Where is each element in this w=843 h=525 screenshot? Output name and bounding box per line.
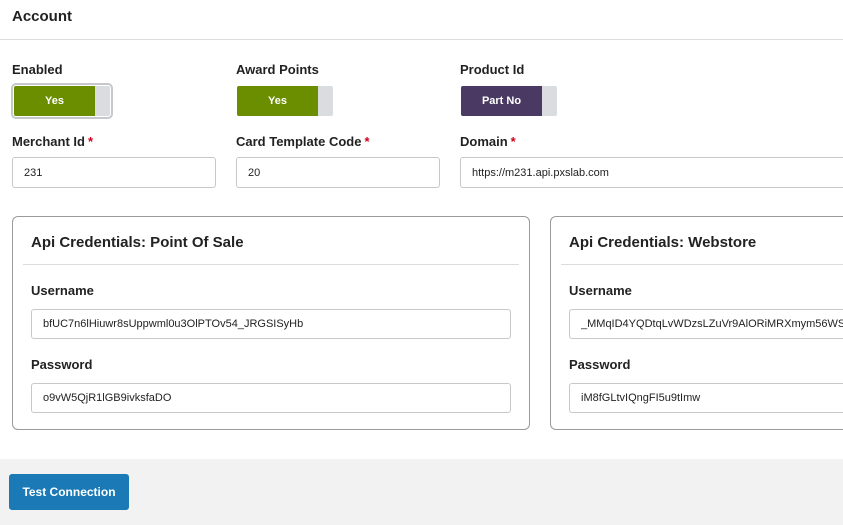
webstore-username-label: Username	[569, 283, 632, 298]
merchant-id-input[interactable]	[12, 157, 216, 188]
domain-label: Domain *	[460, 134, 516, 149]
card-template-code-label: Card Template Code *	[236, 134, 370, 149]
card-divider	[23, 264, 519, 265]
award-points-toggle[interactable]: Yes	[237, 86, 333, 116]
webstore-password-label: Password	[569, 357, 631, 372]
merchant-id-label: Merchant Id *	[12, 134, 93, 149]
merchant-id-label-text: Merchant Id	[12, 134, 85, 149]
enabled-toggle[interactable]: Yes	[11, 83, 113, 119]
domain-input[interactable]	[460, 157, 843, 188]
pos-username-input[interactable]	[31, 309, 511, 339]
pos-username-label: Username	[31, 283, 94, 298]
card-template-code-label-text: Card Template Code	[236, 134, 362, 149]
enabled-toggle-state: Yes	[14, 86, 95, 116]
webstore-credentials-card: Api Credentials: Webstore Username Passw…	[550, 216, 843, 430]
required-marker: *	[510, 134, 516, 149]
award-points-toggle-state: Yes	[237, 86, 318, 116]
enabled-label: Enabled	[12, 62, 63, 77]
pos-password-label: Password	[31, 357, 93, 372]
footer-bar: Test Connection	[0, 459, 843, 525]
card-template-code-input[interactable]	[236, 157, 440, 188]
webstore-credentials-title: Api Credentials: Webstore	[569, 234, 757, 251]
section-title: Account	[12, 8, 72, 25]
pos-password-input[interactable]	[31, 383, 511, 413]
webstore-username-input[interactable]	[569, 309, 843, 339]
product-id-toggle-state: Part No	[461, 86, 542, 116]
award-points-label: Award Points	[236, 62, 319, 77]
card-divider	[561, 264, 843, 265]
test-connection-button[interactable]: Test Connection	[9, 474, 129, 510]
pos-credentials-card: Api Credentials: Point Of Sale Username …	[12, 216, 530, 430]
required-marker: *	[364, 134, 370, 149]
required-marker: *	[87, 134, 94, 149]
pos-credentials-title: Api Credentials: Point Of Sale	[31, 234, 244, 251]
webstore-password-input[interactable]	[569, 383, 843, 413]
product-id-label: Product Id	[460, 62, 525, 77]
product-id-toggle[interactable]: Part No	[461, 86, 557, 116]
section-divider	[0, 39, 843, 40]
domain-label-text: Domain	[460, 134, 508, 149]
